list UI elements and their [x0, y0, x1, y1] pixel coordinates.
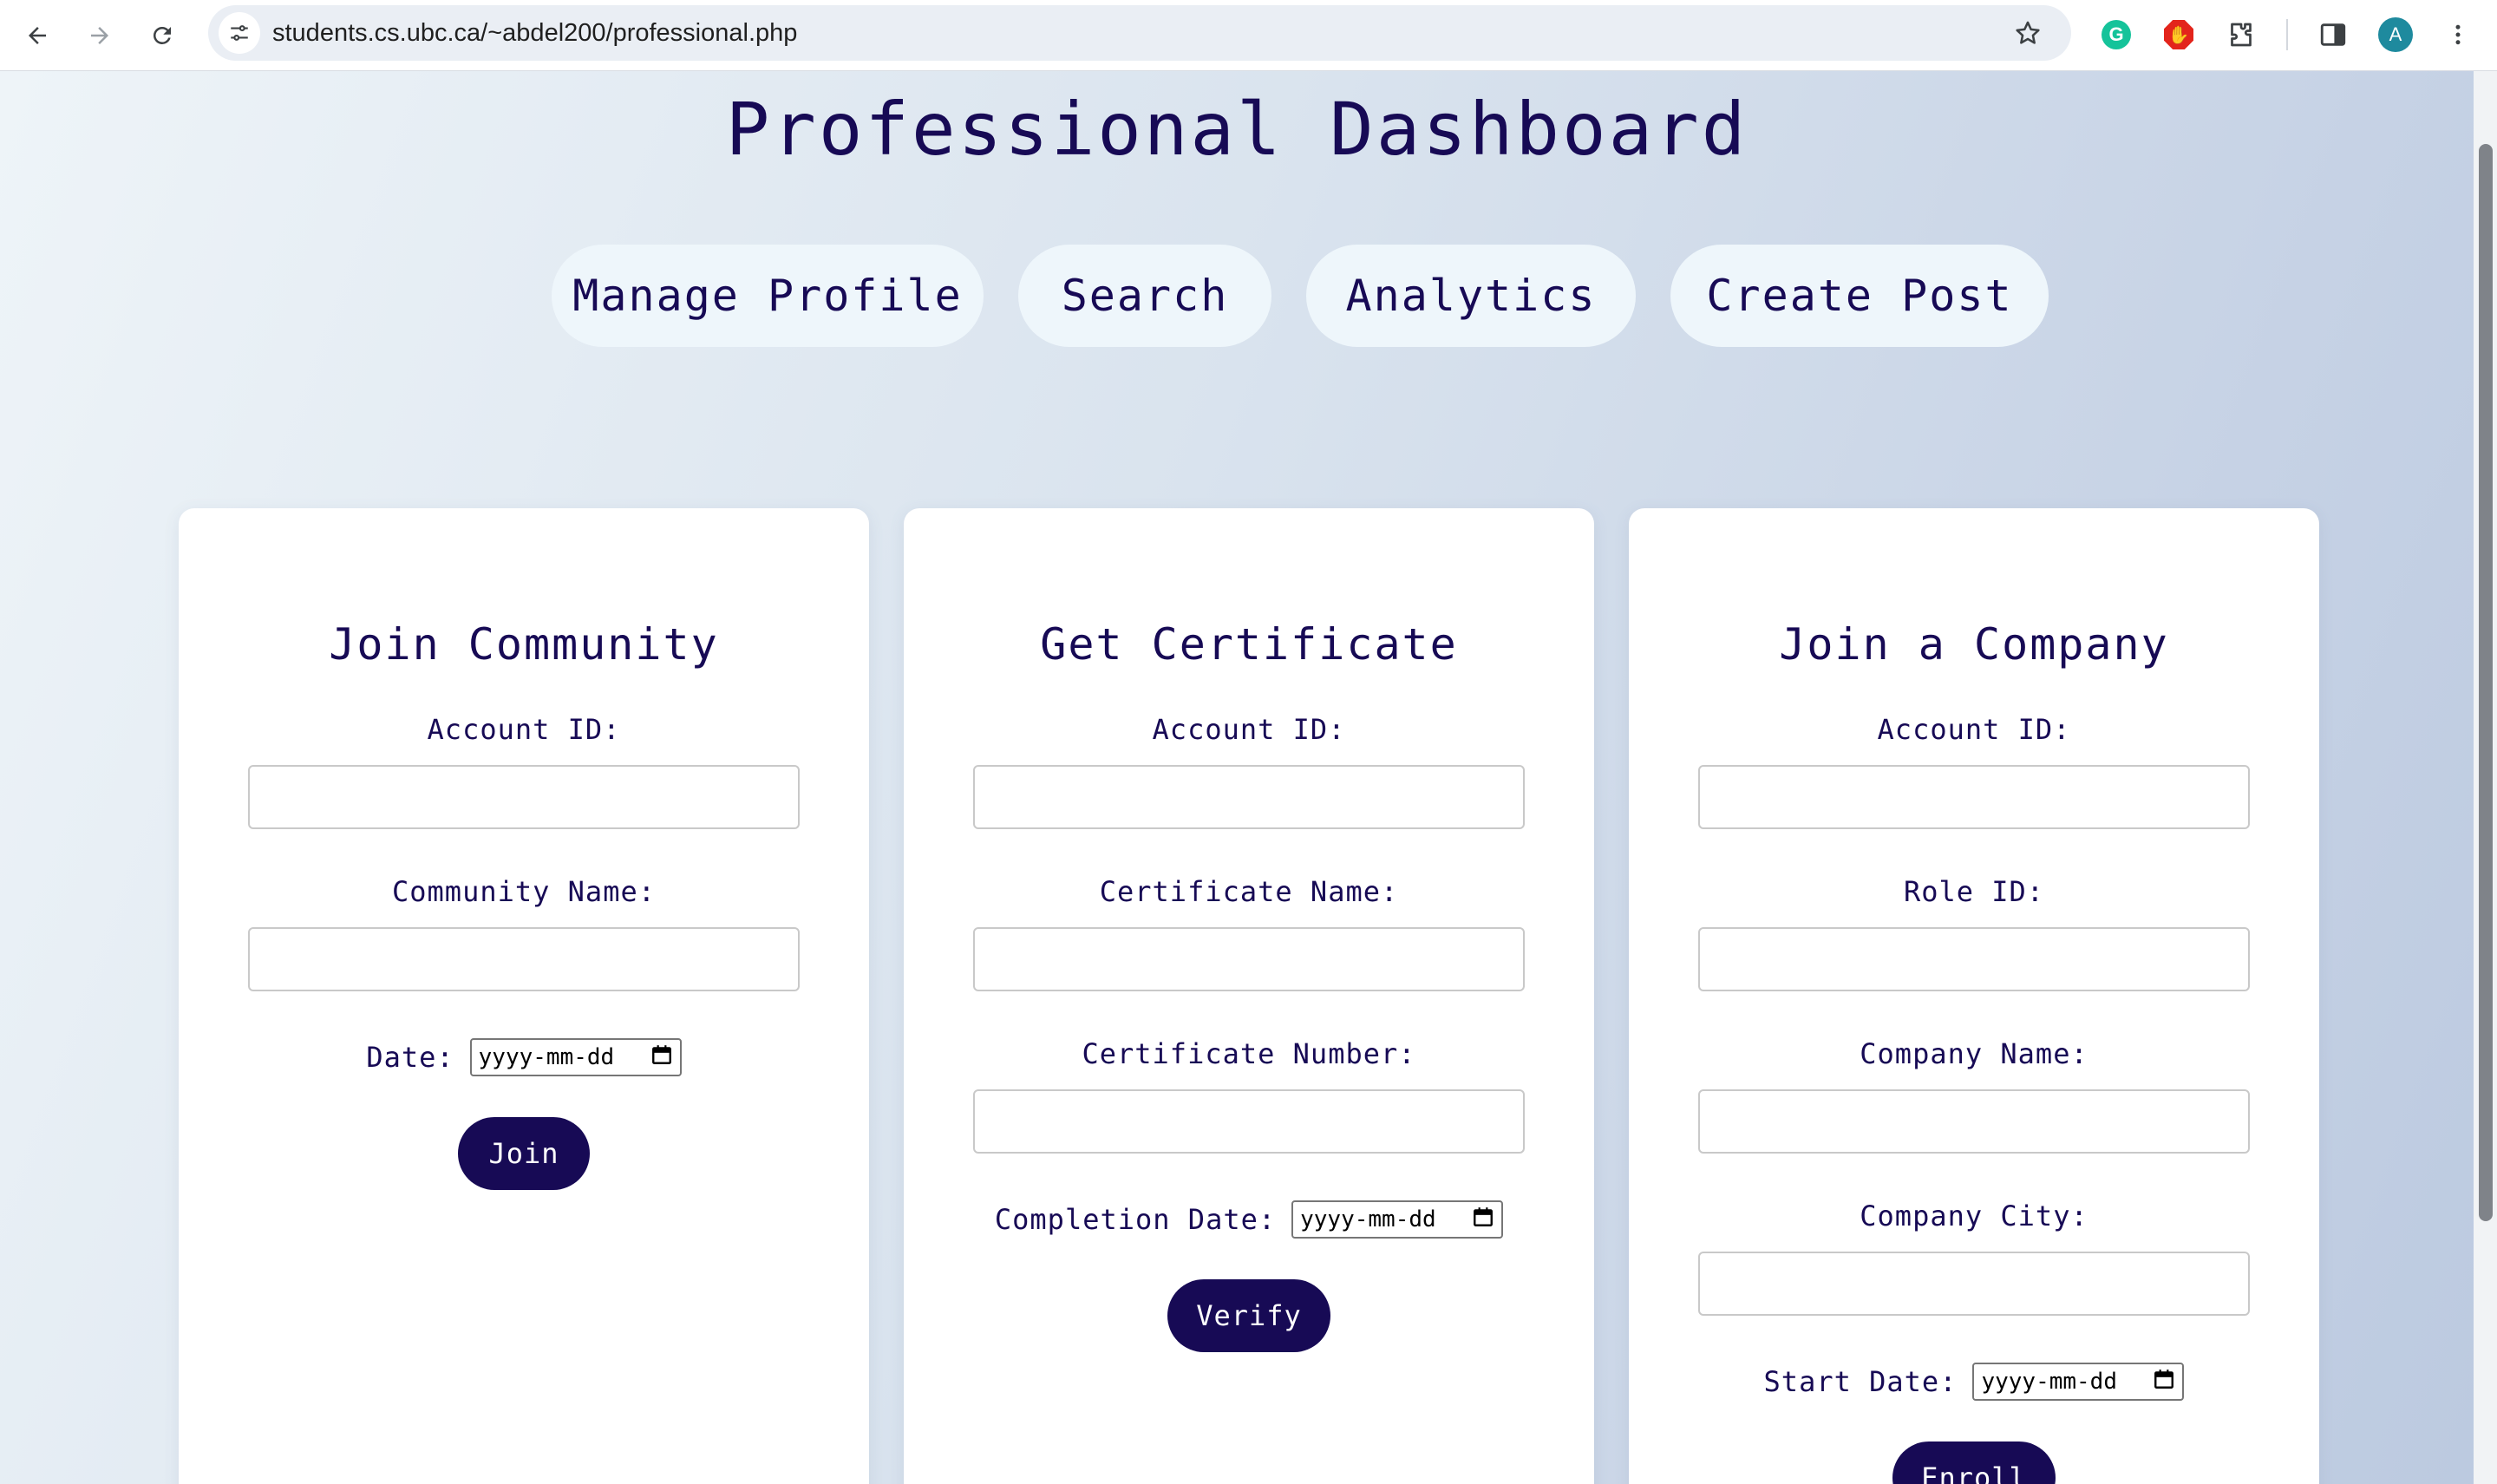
- account-id-label: Account ID:: [427, 713, 621, 746]
- community-name-input[interactable]: [248, 927, 800, 991]
- grammarly-extension-icon[interactable]: G: [2097, 16, 2135, 54]
- card-title: Join Community: [329, 619, 719, 670]
- search-button[interactable]: Search: [1018, 245, 1271, 347]
- company-name-label: Company Name:: [1860, 1037, 2088, 1070]
- page-content: Professional Dashboard Manage Profile Se…: [0, 71, 2474, 1484]
- completion-date-input[interactable]: yyyy-mm-dd: [1291, 1200, 1504, 1239]
- account-id-label: Account ID:: [1152, 713, 1346, 746]
- scrollbar-thumb[interactable]: [2479, 144, 2493, 1221]
- community-name-label: Community Name:: [392, 875, 656, 908]
- create-post-button[interactable]: Create Post: [1670, 245, 2049, 347]
- get-certificate-card: Get Certificate Account ID: Certificate …: [904, 508, 1594, 1484]
- account-id-label: Account ID:: [1877, 713, 2071, 746]
- back-arrow-icon: [29, 27, 46, 44]
- date-row: Date: yyyy-mm-dd: [179, 1037, 869, 1077]
- more-menu-icon[interactable]: [2439, 16, 2477, 54]
- date-placeholder: yyyy-mm-dd: [1300, 1206, 1436, 1232]
- calendar-icon[interactable]: [650, 1043, 673, 1072]
- join-community-card: Join Community Account ID: Community Nam…: [179, 508, 869, 1484]
- card-title: Join a Company: [1779, 619, 2169, 670]
- forward-arrow-icon: [91, 27, 108, 44]
- completion-date-row: Completion Date: yyyy-mm-dd: [904, 1200, 1594, 1239]
- dashboard-nav: Manage Profile Search Analytics Create P…: [0, 245, 2474, 349]
- company-city-input[interactable]: [1698, 1252, 2250, 1316]
- toolbar-divider: [2286, 19, 2288, 50]
- certificate-name-input[interactable]: [973, 927, 1525, 991]
- adblock-extension-icon[interactable]: ✋: [2160, 16, 2198, 54]
- company-city-label: Company City:: [1860, 1200, 2088, 1232]
- card-title: Get Certificate: [1040, 619, 1458, 670]
- page-title: Professional Dashboard: [725, 87, 1749, 172]
- bookmark-star-icon[interactable]: [2010, 16, 2045, 50]
- certificate-name-label: Certificate Name:: [1099, 875, 1399, 908]
- url-text[interactable]: students.cs.ubc.ca/~abdel200/professiona…: [272, 5, 797, 61]
- analytics-button[interactable]: Analytics: [1306, 245, 1636, 347]
- forward-button[interactable]: [76, 12, 123, 59]
- extensions-puzzle-icon[interactable]: [2222, 16, 2260, 54]
- start-date-row: Start Date: yyyy-mm-dd: [1629, 1362, 2319, 1402]
- certificate-account-id-input[interactable]: [973, 765, 1525, 829]
- start-date-label: Start Date:: [1763, 1365, 1958, 1398]
- completion-date-label: Completion Date:: [994, 1203, 1277, 1236]
- calendar-icon[interactable]: [1472, 1206, 1494, 1234]
- certificate-number-label: Certificate Number:: [1082, 1037, 1416, 1070]
- join-button[interactable]: Join: [458, 1117, 590, 1190]
- join-company-card: Join a Company Account ID: Role ID: Comp…: [1629, 508, 2319, 1484]
- side-panel-icon[interactable]: [2314, 16, 2352, 54]
- page-scrollbar[interactable]: [2474, 71, 2497, 1484]
- manage-profile-button[interactable]: Manage Profile: [552, 245, 984, 347]
- role-id-input[interactable]: [1698, 927, 2250, 991]
- site-info-icon[interactable]: [219, 12, 260, 54]
- back-button[interactable]: [14, 12, 61, 59]
- reload-button[interactable]: [139, 12, 186, 59]
- enroll-button[interactable]: Enroll: [1892, 1442, 2056, 1484]
- reload-icon: [153, 26, 171, 44]
- date-label: Date:: [366, 1041, 454, 1074]
- address-bar[interactable]: students.cs.ubc.ca/~abdel200/professiona…: [208, 5, 2071, 61]
- community-account-id-input[interactable]: [248, 765, 800, 829]
- verify-button[interactable]: Verify: [1167, 1279, 1330, 1352]
- certificate-number-input[interactable]: [973, 1089, 1525, 1154]
- company-account-id-input[interactable]: [1698, 765, 2250, 829]
- profile-avatar[interactable]: A: [2376, 16, 2415, 54]
- start-date-input[interactable]: yyyy-mm-dd: [1972, 1363, 2185, 1401]
- company-name-input[interactable]: [1698, 1089, 2250, 1154]
- calendar-icon[interactable]: [2153, 1368, 2175, 1396]
- date-placeholder: yyyy-mm-dd: [1981, 1369, 2117, 1395]
- community-date-input[interactable]: yyyy-mm-dd: [469, 1038, 682, 1076]
- role-id-label: Role ID:: [1903, 875, 2045, 908]
- browser-toolbar: students.cs.ubc.ca/~abdel200/professiona…: [0, 0, 2497, 71]
- date-placeholder: yyyy-mm-dd: [478, 1044, 615, 1070]
